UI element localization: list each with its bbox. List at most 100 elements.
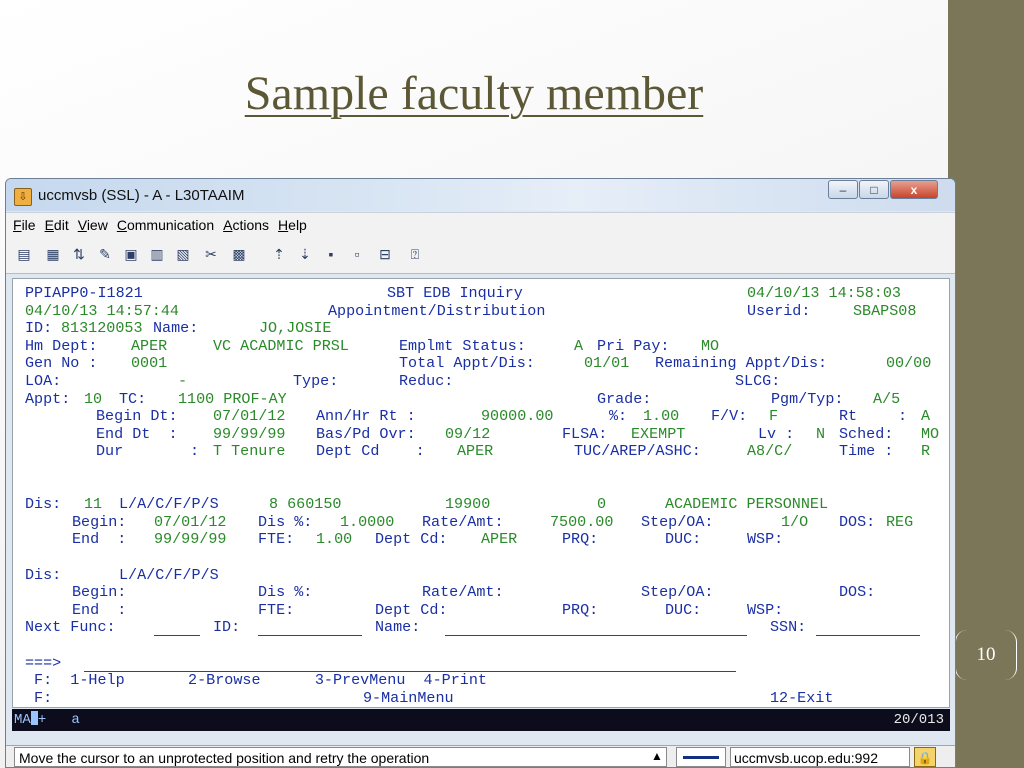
appt-number: 10 [84,389,103,408]
page-setup-icon[interactable]: ▧ [174,246,192,263]
window-titlebar[interactable]: ⇩ uccmvsb (SSL) - A - L30TAAIM – □ x [6,179,955,211]
next-ssn-input[interactable] [816,619,920,637]
send-file-icon[interactable]: ⇡ [270,246,288,263]
terminal-screen[interactable]: PPIAPP0-I1821 SBT EDB Inquiry 04/10/13 1… [12,278,950,708]
dis2-pct-label: Dis %: [258,583,313,602]
disconnect-icon[interactable]: ⊟ [376,246,394,263]
emplmt-status-label: Emplmt Status: [399,336,526,355]
maximize-button[interactable]: □ [859,180,889,199]
status-bar: Move the cursor to an unprotected positi… [6,745,955,767]
time-value: R [921,442,931,461]
close-button[interactable]: x [890,180,938,199]
id-label: ID: [25,319,53,338]
menu-edit[interactable]: Edit [45,213,69,237]
grade-label: Grade: [597,389,652,408]
help-icon[interactable]: ⍰ [406,246,424,263]
next-ssn-label: SSN: [770,618,807,637]
clipboard-icon[interactable]: ▥ [148,246,166,263]
dis1-dept-value: APER [481,530,518,549]
customize-icon[interactable]: ✂ [202,246,220,263]
function-keys-row1: F: 1-Help 2-Browse 3-PrevMenu 4-Print [25,671,487,690]
dis1-pct-value: 1.0000 [340,512,395,531]
macro-icon[interactable]: ✎ [96,246,114,263]
function-keys-row2-label: F: [25,688,53,707]
fv-value: F [769,407,779,426]
next-name-label: Name: [375,618,421,637]
record-icon[interactable]: ▪ [322,246,340,263]
print-screen-icon[interactable]: ▣ [122,246,140,263]
copy-icon[interactable]: ▤ [15,246,33,263]
dis1-prq-label: PRQ: [562,530,599,549]
command-input[interactable] [84,655,736,672]
end-dt-value: 99/99/99 [213,424,286,443]
sched-value: MO [921,424,940,443]
dis1-duc-label: DUC: [665,530,702,549]
next-id-input[interactable] [258,619,362,637]
home-dept-label: Hm Dept: [25,336,98,355]
ann-hr-rt-label: Ann/Hr Rt : [316,407,416,426]
dis2-fte-label: FTE: [258,600,295,619]
rt-value: A [921,407,931,426]
slide-title: Sample faculty member [244,67,704,120]
keypad-icon[interactable]: ▩ [230,246,248,263]
name-value: JO,JOSIE [259,319,332,338]
next-id-label: ID: [213,618,241,637]
dur-value: T Tenure [213,442,286,461]
tuc-arep-ashc-value: A8/C/ [747,442,793,461]
dis2-wsp-label: WSP: [747,600,784,619]
tc-label: TC: [119,389,147,408]
bas-pd-ovr-value: 09/12 [445,424,491,443]
loa-value: - [178,372,188,390]
title-code-value: 1100 PROF-AY [178,389,287,408]
rt-colon: : [898,407,908,426]
menu-view[interactable]: View [78,213,108,237]
status-up-arrow-icon[interactable]: ▲ [651,749,663,763]
menu-actions[interactable]: Actions [223,213,269,237]
dis1-label: Dis: [25,495,62,514]
dis1-fte-label: FTE: [258,530,295,549]
gen-no-label: Gen No : [25,354,98,373]
home-dept-name: VC ACADMIC PRSL [213,336,349,355]
dis1-step-label: Step/OA: [641,512,714,531]
next-name-input[interactable] [445,619,747,637]
connection-icon [676,747,726,767]
dur-label: Dur [96,442,124,461]
menu-help[interactable]: Help [278,213,307,237]
slide-number: 10 [955,630,1017,680]
pri-pay-value: MO [701,336,720,355]
gen-no-value: 0001 [131,354,168,373]
dis2-duc-label: DUC: [665,600,702,619]
minimize-button[interactable]: – [828,180,858,199]
dis1-end-value: 99/99/99 [154,530,227,549]
current-datetime: 04/10/13 14:58:03 [747,284,901,302]
next-func-input[interactable] [154,619,200,637]
host-address: uccmvsb.ucop.edu:992 [730,747,910,767]
bas-pd-ovr-label: Bas/Pd Ovr: [316,424,416,443]
receive-file-icon[interactable]: ⇣ [296,246,314,263]
fv-label: F/V: [711,407,748,426]
cursor-position: 20/013 [893,712,944,728]
dis1-rate-label: Rate/Amt: [422,512,504,531]
reduc-label: Reduc: [399,372,454,390]
menu-communication[interactable]: Communication [117,213,214,237]
next-func-label: Next Func: [25,618,116,637]
status-message: Move the cursor to an unprotected positi… [14,747,667,767]
dis1-fau-label: L/A/C/F/P/S [119,495,219,514]
screen-title: SBT EDB Inquiry [387,284,523,302]
paste-icon[interactable]: ▦ [44,246,62,263]
dis2-begin-label: Begin: [72,583,127,602]
last-update-datetime: 04/10/13 14:57:44 [25,301,179,320]
percent-label: %: [609,407,628,426]
stop-icon[interactable]: ▫ [348,246,366,263]
window-title: uccmvsb (SSL) - A - L30TAAIM [38,187,245,204]
emplmt-status-value: A [574,336,584,355]
transfer-icon[interactable]: ⇅ [70,246,88,263]
appt-dept-cd-label: Dept Cd : [316,442,425,461]
flsa-value: EXEMPT [631,424,686,443]
menu-file[interactable]: File [13,213,36,237]
loa-label: LOA: [25,372,62,390]
oia-status: + a [37,712,80,728]
dis1-dept-label: Dept Cd: [375,530,448,549]
oia-cursor [30,711,38,725]
time-label: Time : [839,442,894,461]
